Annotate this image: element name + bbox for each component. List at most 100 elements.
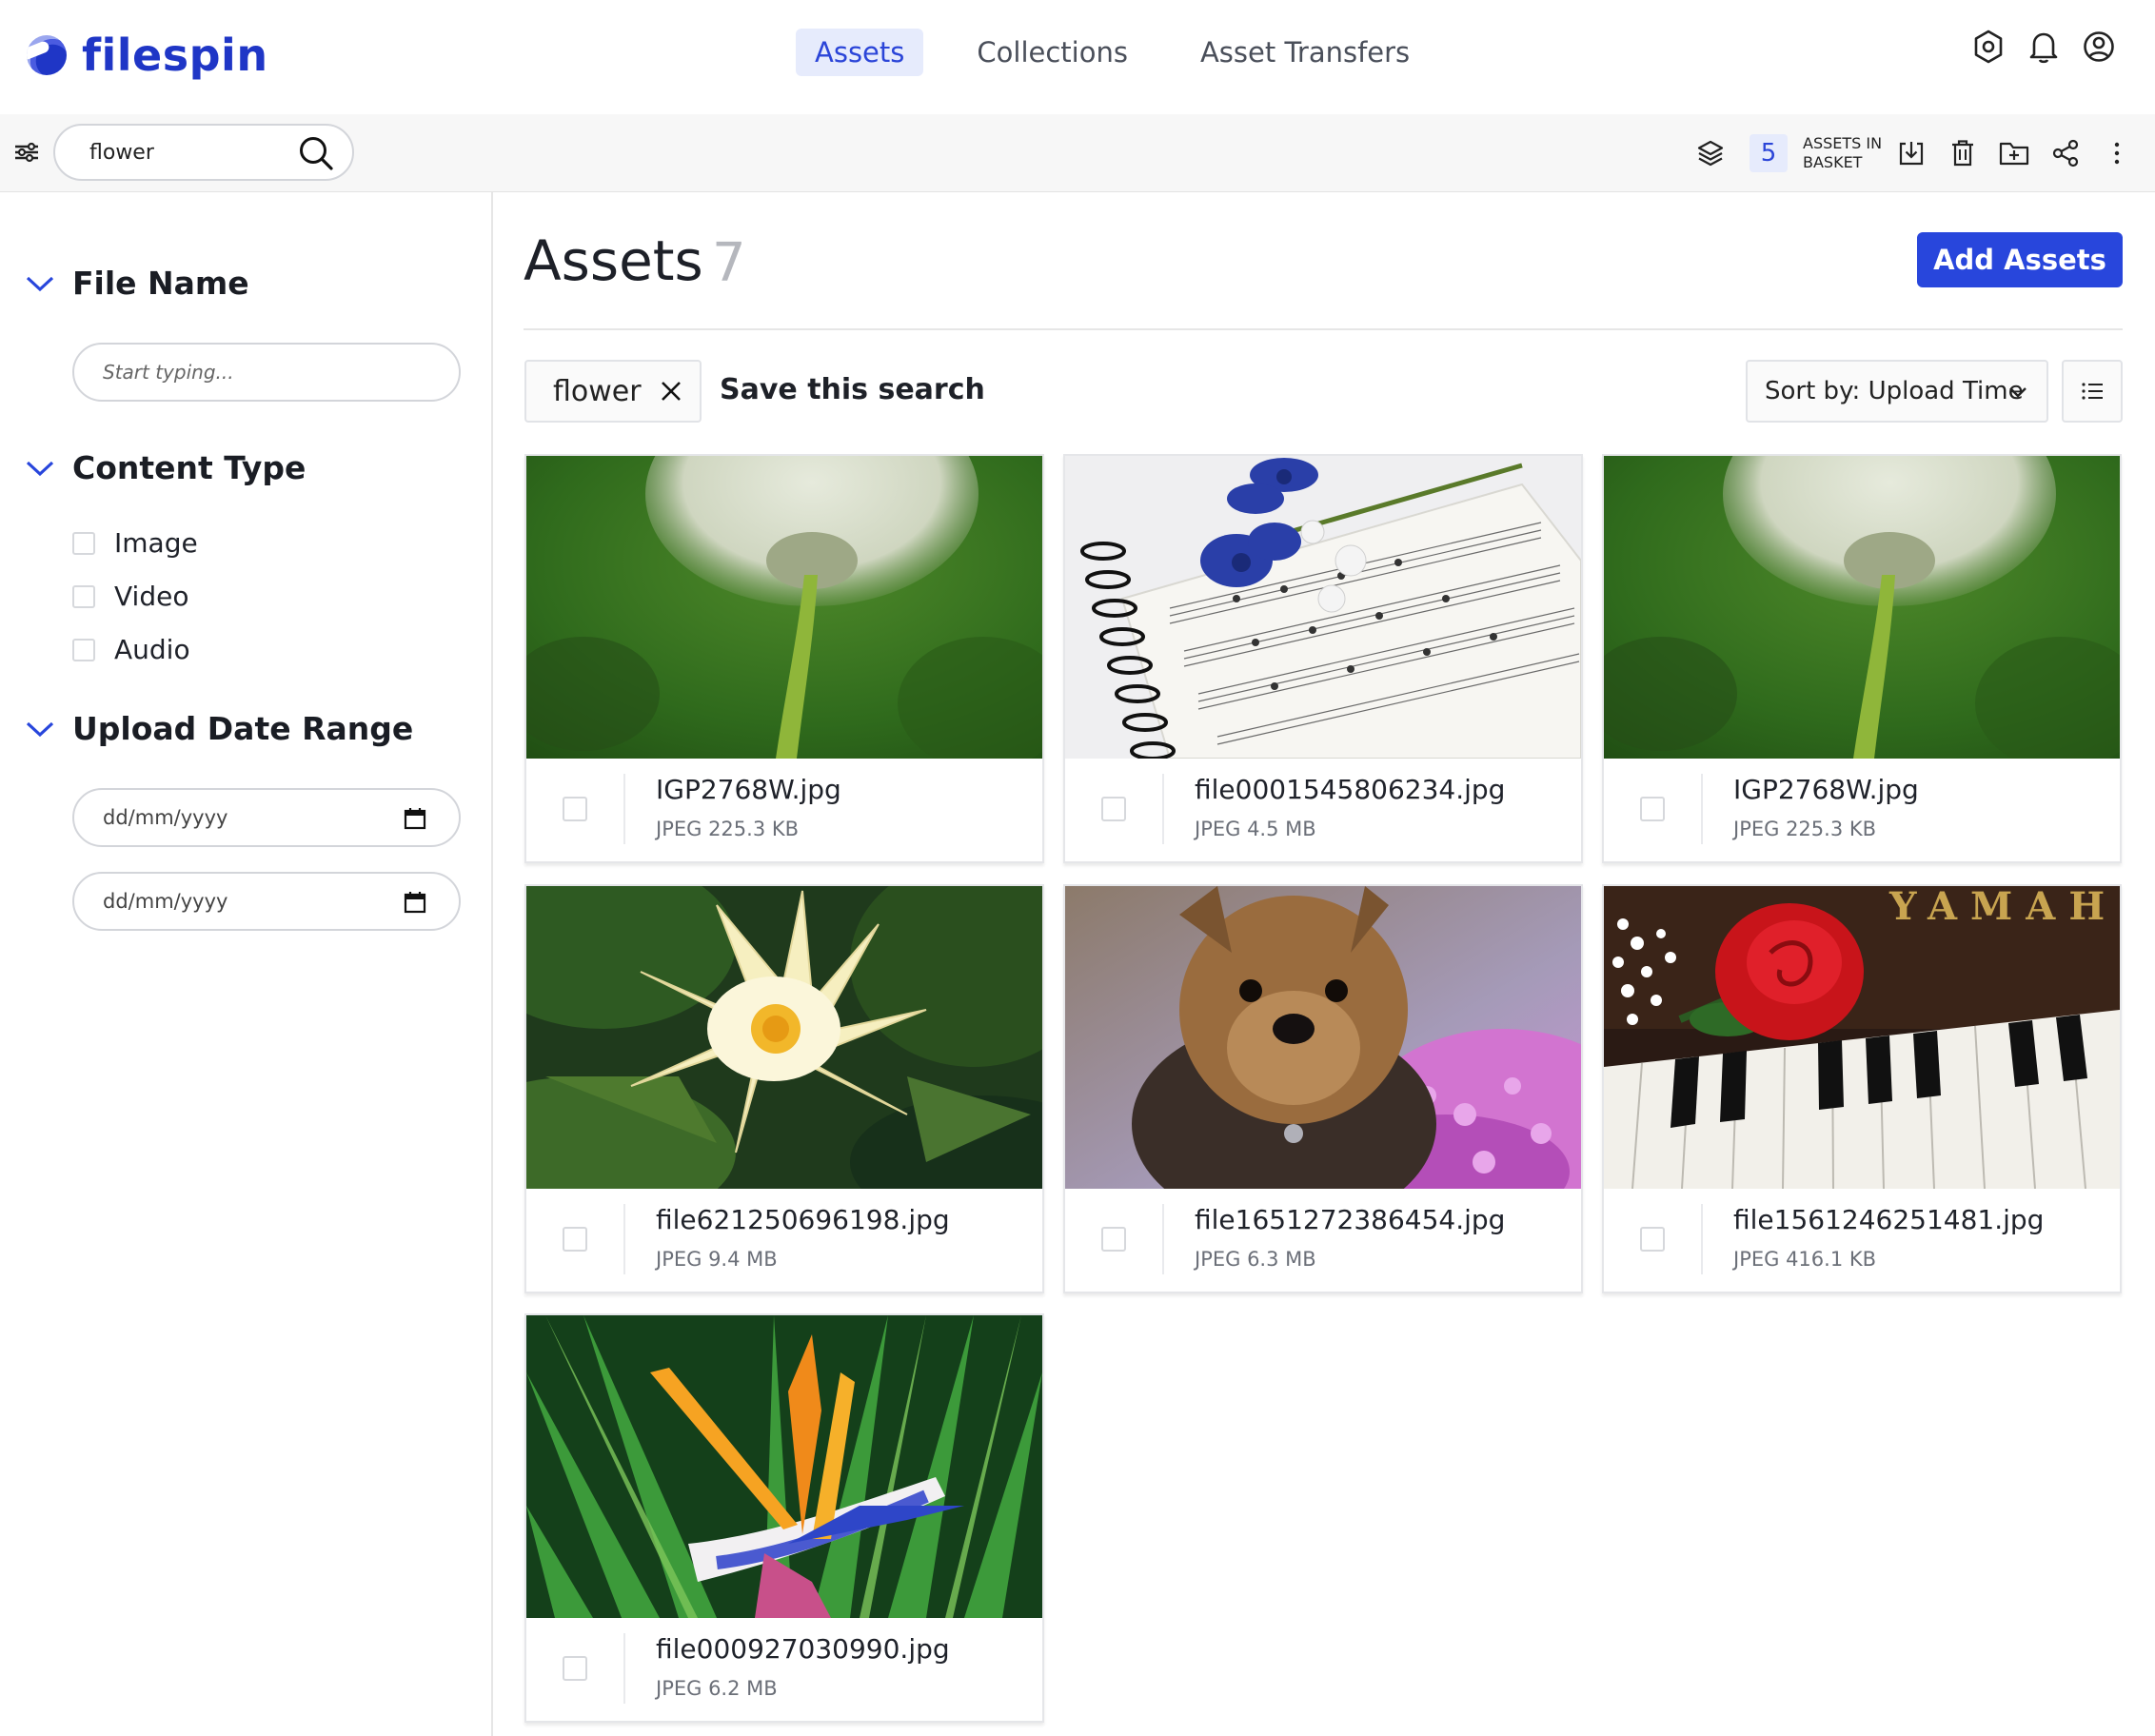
filter-chip-label: flower — [553, 375, 642, 408]
more-vertical-icon[interactable] — [2100, 135, 2134, 171]
search-icon[interactable] — [297, 135, 335, 171]
asset-checkbox[interactable] — [1101, 1227, 1126, 1252]
asset-thumbnail[interactable] — [1065, 886, 1581, 1189]
asset-meta: JPEG 225.3 KB — [656, 818, 799, 840]
filespin-logo[interactable]: filespin — [27, 27, 268, 84]
asset-filename: IGP2768W.jpg — [656, 774, 841, 805]
user-circle-icon[interactable] — [2083, 29, 2115, 65]
asset-card[interactable]: file000927030990.jpg JPEG 6.2 MB — [524, 1313, 1044, 1723]
asset-filename: IGP2768W.jpg — [1733, 774, 1919, 805]
content-type-video-option[interactable]: Video — [72, 581, 188, 612]
image-option-label: Image — [114, 527, 198, 559]
file-name-field[interactable] — [103, 361, 388, 384]
image-checkbox[interactable] — [72, 532, 95, 555]
main-nav: Assets Collections Asset Transfers — [796, 29, 1463, 76]
asset-meta: JPEG 9.4 MB — [656, 1248, 778, 1271]
file-name-facet-title: File Name — [72, 265, 249, 302]
sort-dropdown[interactable]: Sort by: Upload Time — [1746, 360, 2048, 423]
header-icons — [1972, 29, 2115, 65]
card-divider — [623, 1204, 625, 1274]
asset-thumbnail[interactable] — [526, 456, 1042, 759]
audio-option-label: Audio — [114, 634, 190, 665]
page-title: Assets — [524, 228, 703, 293]
audio-checkbox[interactable] — [72, 639, 95, 661]
file-name-facet-header[interactable]: File Name — [25, 265, 249, 302]
date-from-value: dd/mm/yyyy — [103, 806, 227, 829]
filters-toggle-icon[interactable] — [11, 135, 42, 169]
download-icon[interactable] — [1894, 135, 1928, 171]
layers-icon[interactable] — [1694, 137, 1727, 169]
asset-card[interactable]: IGP2768W.jpg JPEG 225.3 KB — [1602, 454, 2122, 863]
piano-brand-text: YAMAH — [1888, 886, 2118, 929]
asset-thumbnail[interactable] — [526, 886, 1042, 1189]
filter-sidebar: File Name Content Type Image Video Audio… — [0, 192, 493, 1736]
content-type-facet-title: Content Type — [72, 449, 306, 486]
search-filter-chip: flower — [524, 360, 702, 423]
asset-thumbnail[interactable] — [1065, 456, 1581, 759]
tab-assets[interactable]: Assets — [796, 29, 923, 76]
asset-filename: file0001545806234.jpg — [1195, 774, 1505, 805]
card-divider — [1162, 774, 1164, 844]
content-type-image-option[interactable]: Image — [72, 527, 198, 559]
asset-card[interactable]: file1651272386454.jpg JPEG 6.3 MB — [1063, 884, 1583, 1293]
calendar-icon[interactable] — [404, 891, 426, 914]
video-checkbox[interactable] — [72, 585, 95, 608]
search-input[interactable] — [89, 141, 289, 165]
basket-count-badge: 5 — [1750, 134, 1788, 172]
trash-icon[interactable] — [1946, 135, 1980, 171]
asset-filename: file1651272386454.jpg — [1195, 1204, 1505, 1235]
asset-card[interactable]: file0001545806234.jpg JPEG 4.5 MB — [1063, 454, 1583, 863]
share-icon[interactable] — [2048, 135, 2083, 171]
search-toolbar: 5 ASSETS IN BASKET — [0, 114, 2155, 192]
content-type-facet-header[interactable]: Content Type — [25, 449, 306, 486]
asset-checkbox[interactable] — [1640, 1227, 1665, 1252]
close-icon[interactable] — [659, 379, 683, 404]
asset-checkbox[interactable] — [1640, 797, 1665, 821]
asset-filename: file621250696198.jpg — [656, 1204, 950, 1235]
sort-label: Sort by: Upload Time — [1765, 377, 2024, 405]
settings-hex-icon[interactable] — [1972, 29, 2005, 65]
asset-meta: JPEG 6.2 MB — [656, 1677, 778, 1700]
basket-summary[interactable]: 5 ASSETS IN BASKET — [1694, 133, 1894, 173]
asset-count: 7 — [712, 232, 746, 294]
upload-date-facet-title: Upload Date Range — [72, 710, 413, 747]
logo-icon — [27, 35, 67, 75]
asset-filename: file000927030990.jpg — [656, 1633, 950, 1665]
bell-icon[interactable] — [2027, 29, 2060, 65]
asset-meta: JPEG 225.3 KB — [1733, 818, 1876, 840]
top-header: filespin Assets Collections Asset Transf… — [0, 0, 2155, 114]
asset-thumbnail[interactable] — [526, 1315, 1042, 1618]
card-divider — [1701, 1204, 1703, 1274]
asset-card[interactable]: YAMAH file1561246251481.jpg JPEG — [1602, 884, 2122, 1293]
date-to-field[interactable]: dd/mm/yyyy — [72, 872, 461, 931]
date-from-field[interactable]: dd/mm/yyyy — [72, 788, 461, 847]
asset-checkbox[interactable] — [563, 1656, 587, 1681]
upload-date-facet-header[interactable]: Upload Date Range — [25, 710, 413, 747]
asset-card[interactable]: IGP2768W.jpg JPEG 225.3 KB — [524, 454, 1044, 863]
asset-card[interactable]: file621250696198.jpg JPEG 9.4 MB — [524, 884, 1044, 1293]
asset-filename: file1561246251481.jpg — [1733, 1204, 2044, 1235]
folder-plus-icon[interactable] — [1997, 135, 2031, 171]
asset-checkbox[interactable] — [1101, 797, 1126, 821]
chevron-down-icon — [25, 720, 55, 739]
asset-meta: JPEG 6.3 MB — [1195, 1248, 1316, 1271]
card-divider — [623, 1633, 625, 1704]
asset-meta: JPEG 416.1 KB — [1733, 1248, 1876, 1271]
asset-thumbnail[interactable]: YAMAH — [1604, 886, 2120, 1189]
content-type-audio-option[interactable]: Audio — [72, 634, 190, 665]
asset-checkbox[interactable] — [563, 1227, 587, 1252]
chevron-down-icon — [25, 459, 55, 478]
add-assets-button[interactable]: Add Assets — [1917, 232, 2123, 287]
asset-meta: JPEG 4.5 MB — [1195, 818, 1316, 840]
asset-thumbnail[interactable] — [1604, 456, 2120, 759]
card-divider — [623, 774, 625, 844]
asset-checkbox[interactable] — [563, 797, 587, 821]
save-search-link[interactable]: Save this search — [720, 373, 985, 406]
file-name-field-wrap — [72, 343, 461, 402]
calendar-icon[interactable] — [404, 807, 426, 830]
tab-collections[interactable]: Collections — [958, 29, 1147, 76]
chevron-down-icon — [2007, 381, 2029, 404]
chevron-down-icon — [25, 274, 55, 293]
tab-asset-transfers[interactable]: Asset Transfers — [1181, 29, 1429, 76]
list-view-icon[interactable] — [2062, 360, 2123, 423]
